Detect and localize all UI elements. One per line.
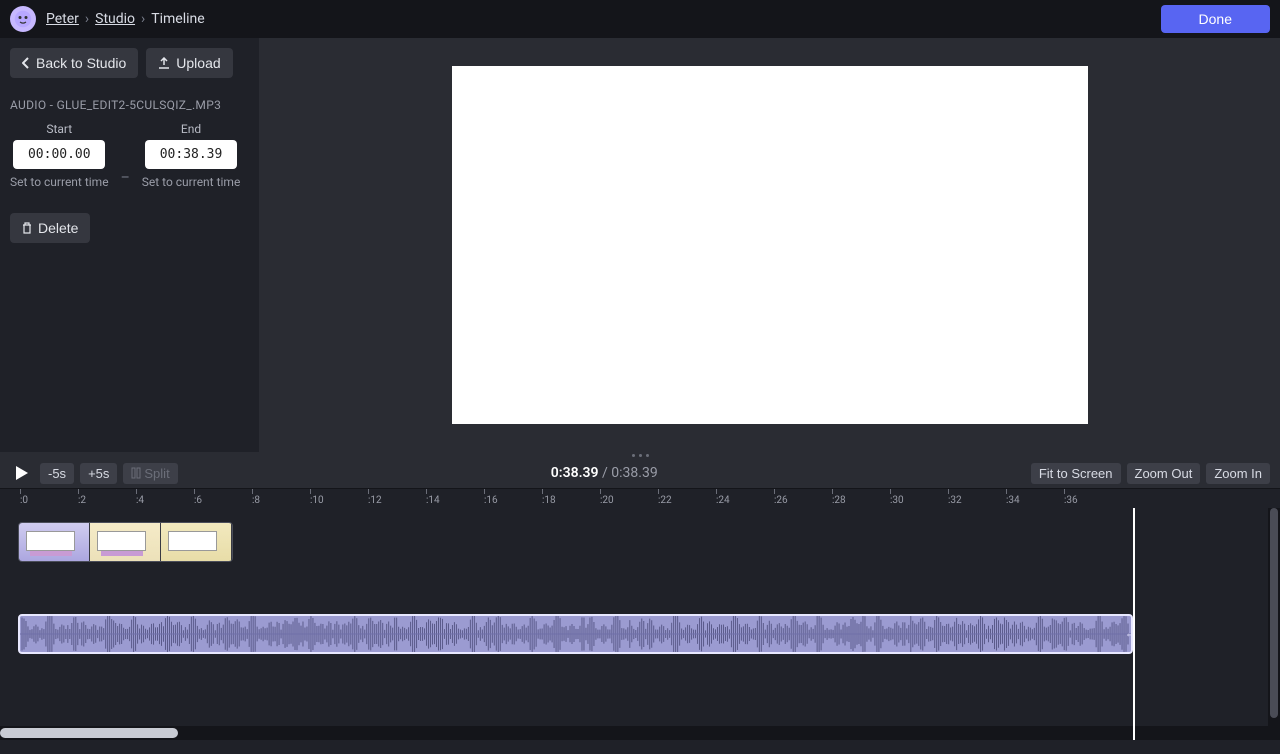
ruler-tick: :10 [310,489,324,506]
ruler-tick: :24 [716,489,730,506]
timeline-controls: -5s +5s Split 0:38.39 / 0:38.39 Fit to S… [0,458,1280,488]
ruler-tick: :32 [948,489,962,506]
ruler-tick: :0 [20,489,28,506]
avatar[interactable] [10,6,36,32]
end-label: End [181,122,201,136]
end-time-input[interactable] [145,140,237,169]
upload-label: Upload [176,55,220,71]
playhead[interactable] [1133,508,1135,740]
timeline-tracks[interactable]: ⇔ [0,508,1280,740]
start-label: Start [46,122,72,136]
split-button[interactable]: Split [123,463,177,484]
plus-5s-button[interactable]: +5s [80,463,117,484]
video-thumb [90,523,161,561]
ruler-tick: :30 [890,489,904,506]
zoom-in-button[interactable]: Zoom In [1206,463,1270,484]
breadcrumb: Peter › Studio › Timeline [10,6,205,32]
total-time: 0:38.39 [611,465,657,481]
ruler-tick: :6 [194,489,202,506]
breadcrumb-user[interactable]: Peter [46,11,79,27]
fit-to-screen-button[interactable]: Fit to Screen [1031,463,1121,484]
upload-icon [158,57,170,69]
ruler-tick: :14 [426,489,440,506]
chevron-left-icon [22,57,30,69]
start-time-input[interactable] [13,140,105,169]
time-sep: – [121,170,130,186]
trash-icon [22,222,32,234]
done-button[interactable]: Done [1161,5,1270,33]
horizontal-scrollbar[interactable] [0,726,1280,740]
ruler-tick: :36 [1064,489,1078,506]
total-time-sep: / [602,465,611,481]
zoom-out-button[interactable]: Zoom Out [1127,463,1201,484]
preview-area [259,38,1280,452]
vertical-scrollbar[interactable] [1268,508,1280,726]
breadcrumb-studio[interactable]: Studio [95,11,135,27]
split-label: Split [144,466,169,481]
clip-title: AUDIO - GLUE_EDIT2-5CULSQIZ_.MP3 [10,98,249,112]
horizontal-scrollbar-thumb[interactable] [0,728,178,738]
ruler-tick: :34 [1006,489,1020,506]
ruler-tick: :16 [484,489,498,506]
ruler-tick: :28 [832,489,846,506]
minus-5s-button[interactable]: -5s [40,463,74,484]
breadcrumb-current: Timeline [151,11,204,27]
delete-button[interactable]: Delete [10,213,90,243]
preview-canvas[interactable] [452,66,1088,424]
play-icon [15,465,29,481]
timeline-ruler[interactable]: :0 :2 :4 :6 :8 :10 :12 :14 :16 :18 :20 :22 :24 :26 :28… [0,488,1280,508]
video-thumb [161,523,232,561]
waveform [20,616,1131,652]
breadcrumb-sep: › [141,11,145,27]
app-header: Peter › Studio › Timeline Done [0,0,1280,38]
vertical-scrollbar-thumb[interactable] [1270,508,1278,718]
sidebar: Back to Studio Upload AUDIO - GLUE_EDIT2… [0,38,259,452]
ruler-tick: :8 [252,489,260,506]
play-button[interactable] [10,461,34,485]
set-start-current-link[interactable]: Set to current time [10,175,109,189]
ruler-tick: :26 [774,489,788,506]
breadcrumb-sep: › [85,11,89,27]
ruler-tick: :20 [600,489,614,506]
upload-button[interactable]: Upload [146,48,232,78]
video-clip[interactable] [18,522,233,562]
ruler-tick: :22 [658,489,672,506]
time-display: 0:38.39 / 0:38.39 [184,465,1025,481]
set-end-current-link[interactable]: Set to current time [142,175,241,189]
back-label: Back to Studio [36,55,126,71]
ruler-tick: :12 [368,489,382,506]
current-time: 0:38.39 [551,465,599,481]
ruler-tick: :4 [136,489,144,506]
clip-resize-handle[interactable]: ⇔ [1125,628,1133,641]
ruler-tick: :18 [542,489,556,506]
delete-label: Delete [38,220,78,236]
back-to-studio-button[interactable]: Back to Studio [10,48,138,78]
audio-clip[interactable]: ⇔ [18,614,1133,654]
ruler-tick: :2 [78,489,86,506]
split-icon [131,467,141,479]
video-thumb [19,523,90,561]
main-area: Back to Studio Upload AUDIO - GLUE_EDIT2… [0,38,1280,452]
